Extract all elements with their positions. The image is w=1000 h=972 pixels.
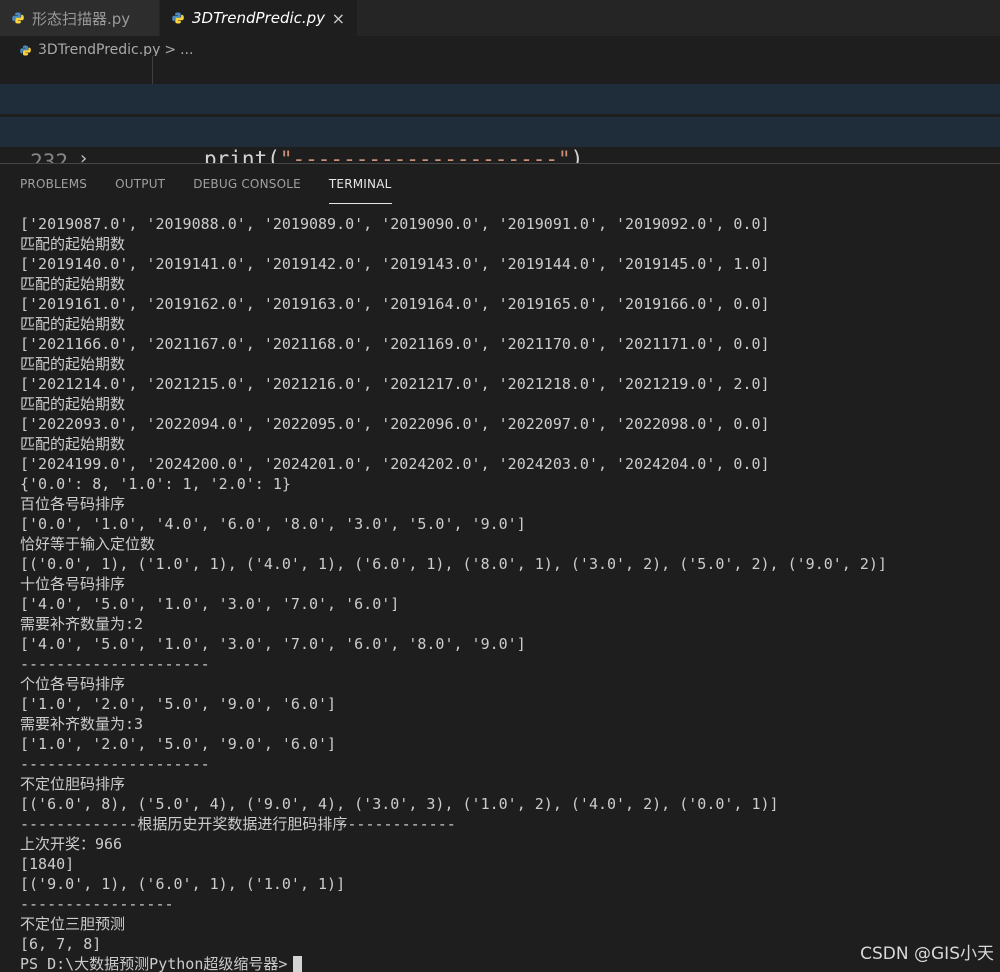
code-editor[interactable]: 216 print("---------------------") 217 ›… xyxy=(0,56,1000,163)
terminal-line: ['1.0', '2.0', '5.0', '9.0', '6.0'] xyxy=(20,735,337,753)
code-line[interactable]: 216 print("---------------------") xyxy=(0,56,1000,163)
editor-tab-bar: 形态扫描器.py 3DTrendPredic.py × xyxy=(0,0,1000,36)
terminal-line: 匹配的起始期数 xyxy=(20,315,126,333)
indent-guide xyxy=(152,56,153,84)
code-line[interactable]: 232 › def StaticsNumbersByFrequecyGw(exx… xyxy=(0,117,1000,163)
terminal-line: 不定位胆码排序 xyxy=(20,775,126,793)
terminal-line: ['2024199.0', '2024200.0', '2024201.0', … xyxy=(20,455,770,473)
tab-terminal[interactable]: TERMINAL xyxy=(328,164,392,204)
terminal-line: [1840] xyxy=(20,855,75,873)
tab-label: 3DTrendPredic.py xyxy=(192,9,326,27)
watermark: CSDN @GIS小天 xyxy=(860,944,994,964)
code-line[interactable]: 247 print("百位各号码排序") xyxy=(0,150,1000,163)
vscode-window: 形态扫描器.py 3DTrendPredic.py × 3DTrendPredi… xyxy=(0,0,1000,972)
close-icon[interactable]: × xyxy=(332,9,345,28)
terminal-line: 上次开奖：966 xyxy=(20,835,123,853)
terminal-line: 个位各号码排序 xyxy=(20,675,126,693)
terminal-line: 百位各号码排序 xyxy=(20,495,126,513)
terminal-line: ['1.0', '2.0', '5.0', '9.0', '6.0'] xyxy=(20,695,337,713)
terminal-line: {'0.0': 8, '1.0': 1, '2.0': 1} xyxy=(20,475,291,493)
panel-tabs: PROBLEMS OUTPUT DEBUG CONSOLE TERMINAL xyxy=(20,164,392,204)
terminal-line: [('9.0', 1), ('6.0', 1), ('1.0', 1)] xyxy=(20,875,346,893)
python-file-icon xyxy=(12,12,24,24)
terminal-prompt[interactable]: PS D:\大数据预测Python超级缩号器> xyxy=(20,954,995,972)
terminal-line: 十位各号码排序 xyxy=(20,575,126,593)
terminal-line: 匹配的起始期数 xyxy=(20,275,126,293)
terminal-line: 匹配的起始期数 xyxy=(20,435,126,453)
terminal-line: [('0.0', 1), ('1.0', 1), ('4.0', 1), ('6… xyxy=(20,555,887,573)
terminal-line: ['2022093.0', '2022094.0', '2022095.0', … xyxy=(20,415,770,433)
terminal-line: ['2019161.0', '2019162.0', '2019163.0', … xyxy=(20,295,770,313)
terminal-output[interactable]: ['2019087.0', '2019088.0', '2019089.0', … xyxy=(20,214,995,972)
tab-problems[interactable]: PROBLEMS xyxy=(20,164,87,204)
tab-label: 形态扫描器.py xyxy=(32,9,131,28)
terminal-line: ['4.0', '5.0', '1.0', '3.0', '7.0', '6.0… xyxy=(20,635,526,653)
terminal-line: ['2021166.0', '2021167.0', '2021168.0', … xyxy=(20,335,770,353)
tab-3dtrendpredic[interactable]: 3DTrendPredic.py × xyxy=(160,0,358,36)
terminal-line: [6, 7, 8] xyxy=(20,935,102,953)
python-file-icon xyxy=(172,12,184,24)
tab-xingtai-scanner[interactable]: 形态扫描器.py xyxy=(0,0,160,36)
terminal-line: 需要补齐数量为:2 xyxy=(20,615,144,633)
terminal-line: ['2019140.0', '2019141.0', '2019142.0', … xyxy=(20,255,770,273)
terminal-line: ----------------- xyxy=(20,895,174,913)
terminal-line: 不定位三胆预测 xyxy=(20,915,126,933)
terminal-line: ['0.0', '1.0', '4.0', '6.0', '8.0', '3.0… xyxy=(20,515,526,533)
terminal-line: 需要补齐数量为:3 xyxy=(20,715,144,733)
terminal-line: -------------根据历史开奖数据进行胆码排序------------ xyxy=(20,815,456,833)
terminal-line: --------------------- xyxy=(20,755,210,773)
terminal-line: 恰好等于输入定位数 xyxy=(20,535,156,553)
python-file-icon xyxy=(20,44,31,56)
terminal-line: 匹配的起始期数 xyxy=(20,235,126,253)
terminal-line: ['4.0', '5.0', '1.0', '3.0', '7.0', '6.0… xyxy=(20,595,400,613)
tab-output[interactable]: OUTPUT xyxy=(115,164,165,204)
code-line[interactable]: 217 › def StaticsNumbersByFrequecySw(exx… xyxy=(0,84,1000,163)
terminal-line: 匹配的起始期数 xyxy=(20,355,126,373)
terminal-line: [('6.0', 8), ('5.0', 4), ('9.0', 4), ('3… xyxy=(20,795,779,813)
tab-debug-console[interactable]: DEBUG CONSOLE xyxy=(193,164,301,204)
terminal-line: ['2019087.0', '2019088.0', '2019089.0', … xyxy=(20,215,770,233)
terminal-line: 匹配的起始期数 xyxy=(20,395,126,413)
terminal-line: ['2021214.0', '2021215.0', '2021216.0', … xyxy=(20,375,770,393)
bottom-panel: PROBLEMS OUTPUT DEBUG CONSOLE TERMINAL [… xyxy=(0,163,1000,972)
text-cursor xyxy=(293,955,303,972)
terminal-line: --------------------- xyxy=(20,655,210,673)
prompt-text: PS D:\大数据预测Python超级缩号器> xyxy=(20,955,288,972)
